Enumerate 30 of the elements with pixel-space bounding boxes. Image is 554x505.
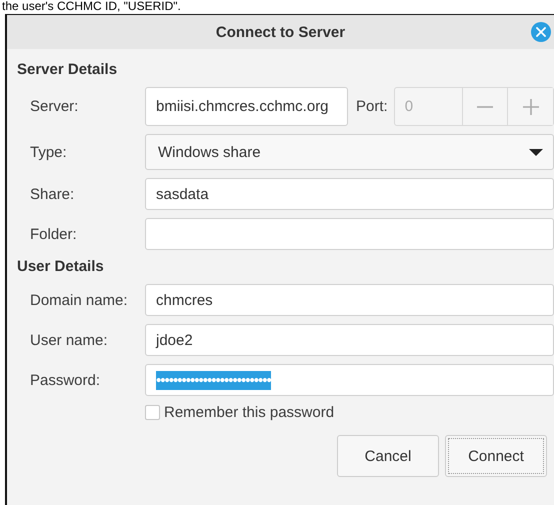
close-icon [536, 27, 546, 37]
input-field[interactable]: chmcres [145, 284, 554, 316]
input-field[interactable] [145, 218, 554, 250]
section-heading: User Details [17, 258, 105, 275]
server-field[interactable]: bmiisi.chmcres.cchmc.org [145, 87, 348, 126]
remember-checkbox[interactable] [145, 405, 160, 420]
field-label: Server: [29, 98, 80, 115]
port-label: Port: [356, 98, 388, 115]
field-label: Folder: [29, 226, 78, 242]
window-title: Connect to Server [216, 24, 346, 40]
field-label: User name: [29, 332, 109, 348]
type-dropdown[interactable]: Windows share [145, 134, 554, 170]
increment-button[interactable] [507, 88, 553, 125]
field-label: Domain name: [29, 292, 129, 308]
page-text: the user's CCHMC ID, "USERID". [1, 0, 182, 13]
dialog-button[interactable]: Connect [445, 435, 547, 477]
input-field[interactable]: jdoe2 [145, 324, 554, 356]
minus-icon [477, 106, 494, 108]
caret-icon [529, 148, 543, 156]
plus-icon [522, 98, 539, 114]
field-label: Type: [29, 144, 68, 160]
dropdown-value: Windows share [158, 144, 261, 160]
close-button[interactable] [531, 22, 551, 42]
field-label: Share: [29, 186, 76, 202]
field-label: Password: [29, 372, 102, 388]
input-field[interactable]: sasdata [145, 178, 554, 210]
checkbox-label: Remember this password [164, 404, 334, 421]
section-heading: Server Details [17, 61, 118, 78]
dialog-button[interactable]: Cancel [337, 435, 439, 477]
password-text: ••••••••••••••••••••••••••• [156, 370, 271, 390]
